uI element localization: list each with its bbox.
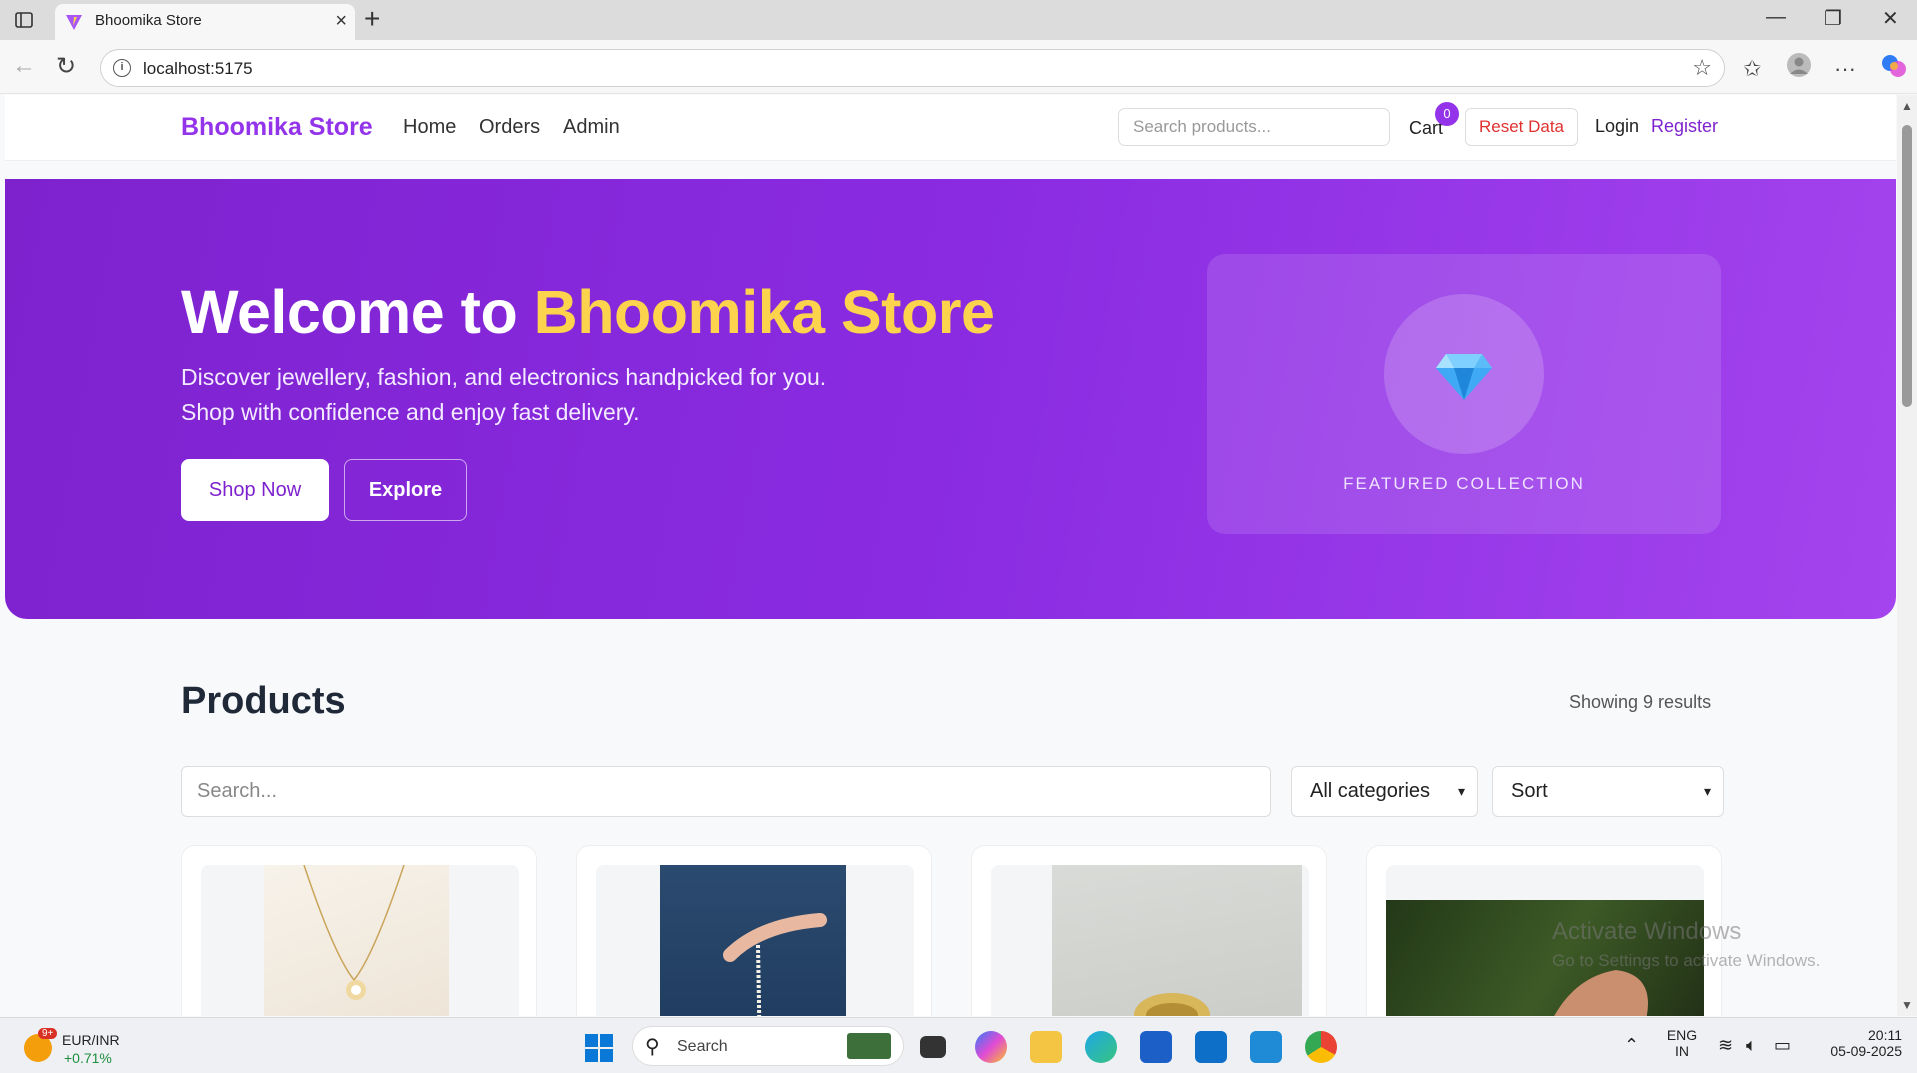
minimize-icon[interactable]: — [1766, 6, 1786, 29]
sort-select-value: Sort [1511, 780, 1548, 802]
register-link[interactable]: Register [1651, 116, 1718, 137]
close-window-icon[interactable]: ✕ [1882, 6, 1899, 31]
region-code: IN [1675, 1043, 1689, 1059]
chrome-icon[interactable] [1305, 1031, 1337, 1063]
tab-title: Bhoomika Store [95, 12, 202, 29]
reload-icon[interactable]: ↻ [56, 52, 76, 81]
product-image[interactable] [264, 865, 449, 1016]
brand-logo[interactable]: Bhoomika Store [181, 113, 373, 142]
login-link[interactable]: Login [1595, 116, 1639, 137]
favorites-icon[interactable]: ✩ [1743, 56, 1761, 82]
shop-now-button[interactable]: Shop Now [181, 459, 329, 521]
address-bar[interactable]: i localhost:5175 ☆ [100, 49, 1725, 87]
product-search-input[interactable] [181, 766, 1271, 817]
back-icon[interactable]: ← [12, 52, 36, 80]
category-select[interactable]: All categories ▾ [1291, 766, 1478, 817]
results-count: Showing 9 results [1569, 692, 1712, 712]
explore-button[interactable]: Explore [344, 459, 467, 521]
browser-tab-bar: Bhoomika Store × + — ❐ ✕ [0, 0, 1917, 40]
chevron-down-icon: ▾ [1457, 783, 1465, 799]
product-image[interactable] [660, 865, 846, 1016]
chevron-down-icon: ▾ [1703, 783, 1711, 799]
reset-data-button[interactable]: Reset Data [1465, 108, 1578, 146]
scroll-thumb[interactable] [1902, 125, 1912, 407]
scroll-up-icon[interactable]: ▲ [1901, 99, 1913, 113]
page-viewport: Bhoomika Store Home Orders Admin Cart 0 … [5, 95, 1896, 1016]
product-card[interactable] [971, 845, 1327, 1016]
volume-icon[interactable]: 🔈︎ [1746, 1035, 1757, 1056]
hero-title: Welcome to Bhoomika Store [181, 277, 995, 347]
edge-icon[interactable] [1085, 1031, 1117, 1063]
hero-subtitle: Discover jewellery, fashion, and electro… [181, 360, 981, 430]
copilot-icon[interactable] [1880, 52, 1908, 86]
wifi-icon[interactable]: ≋ [1718, 1035, 1733, 1056]
copilot-app-icon[interactable] [975, 1031, 1007, 1063]
activate-windows-subtitle: Go to Settings to activate Windows. [1552, 951, 1821, 970]
nav-home[interactable]: Home [403, 116, 456, 139]
hero-banner: Welcome to Bhoomika Store Discover jewel… [5, 179, 1896, 619]
tab-close-icon[interactable]: × [335, 10, 347, 33]
notification-badge: 9+ [38, 1028, 58, 1039]
ticker-name: EUR/INR [62, 1032, 120, 1048]
sidebar-toggle-icon[interactable] [14, 10, 34, 30]
language-code: ENG [1666, 1027, 1698, 1043]
hero-title-accent: Bhoomika Store [533, 278, 995, 346]
language-indicator[interactable]: ENG IN [1664, 1027, 1700, 1059]
windows-start-icon[interactable] [585, 1034, 613, 1062]
product-card[interactable] [181, 845, 537, 1016]
cart-count-badge: 0 [1435, 102, 1459, 126]
header-search-input[interactable] [1118, 108, 1390, 146]
favorite-star-icon[interactable]: ☆ [1692, 55, 1712, 81]
sort-select[interactable]: Sort ▾ [1492, 766, 1724, 817]
hero-title-prefix: Welcome to [181, 278, 534, 346]
store-icon[interactable] [1140, 1031, 1172, 1063]
activate-windows-title: Activate Windows [1552, 918, 1742, 945]
site-info-icon[interactable]: i [113, 59, 131, 77]
search-highlight-icon [847, 1033, 891, 1059]
featured-icon-circle [1384, 294, 1544, 454]
featured-label: FEATURED COLLECTION [1343, 474, 1585, 493]
product-card[interactable] [576, 845, 932, 1016]
taskbar-search[interactable]: ⚲ Search [632, 1026, 904, 1066]
vscode-icon[interactable] [1250, 1031, 1282, 1063]
taskbar-search-label: Search [677, 1038, 728, 1055]
outlook-icon[interactable] [1195, 1031, 1227, 1063]
battery-icon[interactable]: ▭ [1774, 1035, 1791, 1056]
category-select-value: All categories [1310, 780, 1431, 802]
windows-taskbar: 9+ EUR/INR +0.71% ⚲ Search ⌃ ENG IN ≋ 🔈︎… [0, 1017, 1917, 1073]
product-image-frame [991, 865, 1309, 1016]
browser-toolbar: ← ↻ i localhost:5175 ☆ ✩ ··· [0, 40, 1917, 94]
products-heading: Products [181, 680, 346, 722]
product-image-frame [596, 865, 914, 1016]
ticker-change: +0.71% [64, 1050, 112, 1066]
scroll-down-icon[interactable]: ▼ [1901, 998, 1913, 1012]
hero-subtitle-line1: Discover jewellery, fashion, and electro… [181, 364, 827, 390]
vite-favicon-icon [66, 15, 82, 30]
search-icon: ⚲ [645, 1036, 660, 1058]
more-menu-icon[interactable]: ··· [1834, 56, 1856, 82]
product-image-frame [201, 865, 519, 1016]
site-header: Bhoomika Store Home Orders Admin Cart 0 … [5, 95, 1896, 161]
clock[interactable]: 20:11 05-09-2025 [1812, 1027, 1902, 1059]
chevron-up-icon[interactable]: ⌃ [1624, 1035, 1639, 1056]
nav-orders[interactable]: Orders [479, 116, 540, 139]
profile-avatar-icon[interactable] [1786, 52, 1812, 84]
nav-admin[interactable]: Admin [563, 116, 620, 139]
url-text[interactable]: localhost:5175 [143, 59, 253, 79]
new-tab-icon[interactable]: + [364, 4, 380, 34]
restore-icon[interactable]: ❐ [1824, 6, 1842, 31]
product-image[interactable] [1052, 865, 1302, 1016]
file-explorer-icon[interactable] [1030, 1031, 1062, 1063]
gem-icon [1436, 354, 1492, 400]
task-view-icon[interactable] [920, 1036, 946, 1058]
clock-time: 20:11 [1868, 1027, 1902, 1043]
page-scrollbar[interactable]: ▲ ▼ [1897, 95, 1917, 1016]
browser-tab[interactable]: Bhoomika Store × [55, 4, 355, 40]
hero-subtitle-line2: Shop with confidence and enjoy fast deli… [181, 399, 640, 425]
featured-collection-card[interactable]: FEATURED COLLECTION [1207, 254, 1721, 534]
clock-date: 05-09-2025 [1830, 1043, 1902, 1059]
